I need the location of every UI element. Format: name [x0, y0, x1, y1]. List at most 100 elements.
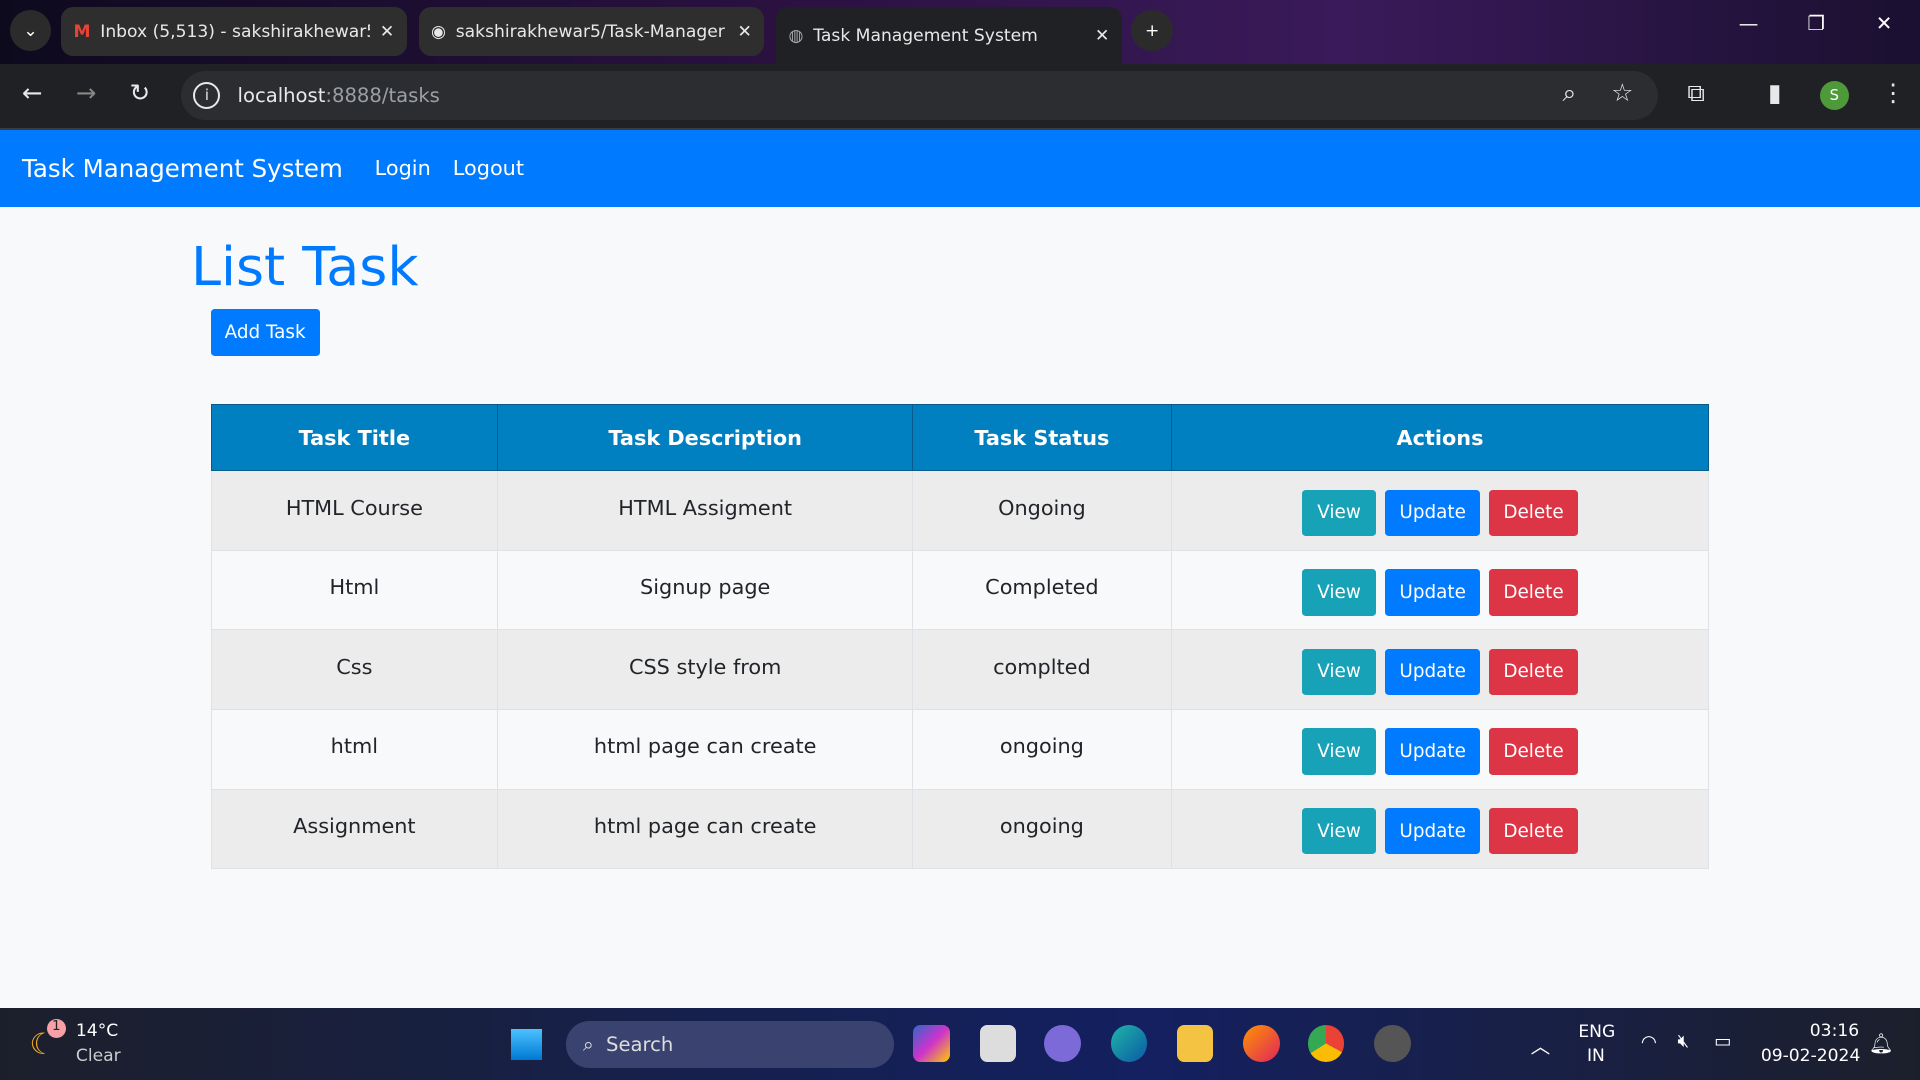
url-path: :8888/tasks [325, 84, 440, 107]
chevron-up-icon[interactable]: ︿ [1531, 1030, 1551, 1059]
update-button[interactable]: Update [1384, 807, 1481, 855]
extensions-icon[interactable]: ⧉ [1687, 80, 1704, 105]
tab-gmail[interactable]: M Inbox (5,513) - sakshirakhewar5 ✕ [61, 7, 407, 57]
browser-tab-strip: ⌄ M Inbox (5,513) - sakshirakhewar5 ✕ ◉ … [0, 0, 1920, 64]
chevron-down-icon: ⌄ [23, 20, 38, 41]
minimize-button[interactable]: — [1739, 12, 1759, 35]
delete-button[interactable]: Delete [1489, 807, 1578, 855]
task-status: ongoing [912, 788, 1172, 870]
weather-desc: Clear [75, 1045, 121, 1066]
copilot-icon[interactable] [913, 1024, 951, 1062]
page-title: List Task [191, 235, 419, 299]
zoom-icon[interactable]: ⌕ [1562, 80, 1576, 105]
task-actions: View Update Delete [1170, 549, 1710, 631]
close-icon[interactable]: ✕ [380, 22, 394, 42]
close-icon[interactable]: ✕ [1095, 26, 1109, 46]
profile-avatar[interactable]: S [1819, 80, 1849, 111]
table-row: HTML Course HTML Assigment Ongoing View … [210, 470, 1710, 551]
chrome-icon[interactable] [1307, 1024, 1345, 1062]
delete-button[interactable]: Delete [1489, 648, 1578, 696]
address-bar[interactable]: i localhost:8888/tasks [181, 71, 1658, 120]
task-status: Completed [912, 549, 1172, 631]
notifications-icon[interactable]: 🔔︎ [1869, 1032, 1894, 1055]
delete-button[interactable]: Delete [1489, 569, 1578, 616]
new-tab-button[interactable]: + [1131, 9, 1174, 52]
language-indicator[interactable]: ENG [1578, 1022, 1615, 1042]
firefox-icon[interactable] [1242, 1024, 1280, 1062]
task-status: complted [912, 629, 1172, 710]
battery-icon[interactable]: ▭ [1714, 1031, 1731, 1052]
teams-icon[interactable] [1044, 1024, 1082, 1062]
delete-button[interactable]: Delete [1489, 489, 1578, 537]
update-button[interactable]: Update [1384, 648, 1481, 696]
search-icon: ⌕ [582, 1032, 594, 1056]
taskbar-search[interactable]: ⌕ Search [565, 1021, 894, 1068]
login-link[interactable]: Login [375, 156, 431, 180]
clock-date[interactable]: 09-02-2024 [1761, 1046, 1861, 1066]
update-button[interactable]: Update [1384, 489, 1481, 537]
task-title: Assignment [210, 788, 499, 870]
task-actions: View Update Delete [1170, 629, 1710, 710]
task-actions: View Update Delete [1170, 788, 1710, 870]
table-row: Css CSS style from complted View Update … [210, 629, 1710, 710]
task-actions: View Update Delete [1170, 470, 1710, 551]
close-window-button[interactable]: ✕ [1876, 12, 1892, 35]
view-button[interactable]: View [1302, 489, 1376, 537]
tab-task-management[interactable]: ◍ Task Management System ✕ [776, 7, 1122, 64]
logout-link[interactable]: Logout [453, 156, 524, 180]
file-explorer-icon[interactable] [1176, 1024, 1214, 1062]
delete-button[interactable]: Delete [1489, 728, 1578, 775]
clock-time[interactable]: 03:16 [1810, 1021, 1859, 1041]
restore-button[interactable]: ❐ [1807, 12, 1825, 35]
view-button[interactable]: View [1302, 807, 1376, 855]
navbar-brand[interactable]: Task Management System [22, 154, 343, 183]
gmail-icon: M [73, 21, 91, 42]
task-description: html page can create [497, 708, 914, 790]
plus-icon: + [1145, 20, 1160, 41]
view-button[interactable]: View [1302, 648, 1376, 696]
close-icon[interactable]: ✕ [737, 22, 751, 42]
task-status: ongoing [912, 708, 1172, 790]
column-header-status: Task Status [912, 404, 1172, 472]
task-status: Ongoing [912, 470, 1172, 551]
view-button[interactable]: View [1302, 728, 1376, 775]
column-header-description: Task Description [497, 404, 914, 472]
menu-icon[interactable]: ⋮ [1881, 80, 1905, 105]
site-info-icon[interactable]: i [193, 82, 221, 109]
update-button[interactable]: Update [1384, 569, 1481, 616]
task-title: html [210, 708, 499, 790]
back-icon[interactable]: ← [22, 80, 43, 105]
table-row: html html page can create ongoing View U… [210, 708, 1710, 790]
task-title: HTML Course [210, 470, 499, 551]
task-view-icon[interactable] [979, 1024, 1017, 1062]
wifi-icon[interactable]: ◠ [1641, 1032, 1657, 1053]
table-row: Html Signup page Completed View Update D… [210, 549, 1710, 631]
column-header-actions: Actions [1170, 404, 1710, 472]
globe-icon: ◍ [788, 25, 804, 46]
task-description: Signup page [497, 549, 914, 631]
github-icon: ◉ [431, 21, 446, 42]
browser-toolbar: ← → ↻ i localhost:8888/tasks ⌕ ☆ ⧉ ▮ S ⋮ [0, 63, 1920, 130]
forward-icon[interactable]: → [76, 80, 97, 105]
column-header-title: Task Title [210, 404, 499, 472]
windows-start-icon[interactable] [509, 1027, 544, 1062]
weather-temp: 14°C [75, 1021, 119, 1042]
tab-github[interactable]: ◉ sakshirakhewar5/Task-Manager ✕ [418, 7, 765, 57]
volume-muted-icon[interactable]: 🔇︎ [1678, 1031, 1690, 1052]
settings-gear-icon[interactable] [1373, 1024, 1411, 1062]
update-button[interactable]: Update [1384, 728, 1481, 775]
task-actions: View Update Delete [1170, 708, 1710, 790]
tab-search-button[interactable]: ⌄ [9, 9, 52, 52]
bookmark-star-icon[interactable]: ☆ [1611, 80, 1633, 105]
reload-icon[interactable]: ↻ [130, 80, 151, 105]
add-task-button[interactable]: Add Task [210, 308, 320, 357]
navbar: Task Management System Login Logout [0, 129, 1920, 207]
edge-icon[interactable] [1110, 1024, 1148, 1062]
notification-badge: 1 [46, 1018, 67, 1039]
task-description: CSS style from [497, 629, 914, 710]
task-table: Task Title Task Description Task Status … [210, 404, 1710, 870]
windows-taskbar: ☾ 1 14°C Clear ⌕ Search ︿ ENG IN ◠ 🔇︎ ▭ 0… [0, 1007, 1920, 1080]
view-button[interactable]: View [1302, 569, 1376, 616]
table-row: Assignment html page can create ongoing … [210, 788, 1710, 870]
side-panel-icon[interactable]: ▮ [1768, 80, 1781, 105]
